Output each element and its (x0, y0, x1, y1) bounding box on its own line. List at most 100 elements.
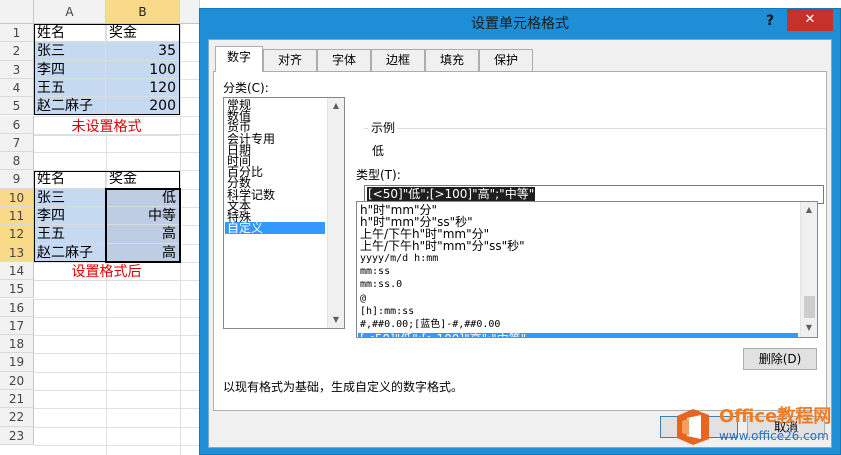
row-header[interactable]: 17 (0, 316, 34, 336)
type-scrollbar[interactable]: ▲ ▼ (800, 202, 817, 337)
type-item[interactable]: mm:ss (358, 266, 798, 278)
row-header[interactable]: 4 (0, 78, 34, 98)
row-header[interactable]: 8 (0, 152, 34, 171)
tab-number[interactable]: 数字 (215, 46, 263, 72)
grid-line (34, 316, 200, 318)
type-item[interactable]: [<50]"低";[>100]"高";"中等" (358, 333, 798, 337)
column-header-b[interactable]: B (106, 0, 180, 24)
watermark-title: Office教程网 (719, 406, 832, 427)
row-header[interactable]: 12 (0, 225, 34, 244)
grid-line (34, 115, 200, 117)
type-item[interactable]: yyyy/m/d h:mm (358, 253, 798, 265)
office26-watermark: Office教程网 www.office26.com (664, 400, 841, 455)
row-header[interactable]: 2 (0, 42, 34, 61)
type-item[interactable]: mm:ss.0 (358, 279, 798, 291)
scroll-down-icon[interactable]: ▼ (801, 320, 817, 336)
type-list[interactable]: h"时"mm"分" h"时"mm"分"ss"秒" 上午/下午h"时"mm"分" 上午/… (356, 201, 818, 338)
scroll-up-icon[interactable]: ▲ (801, 202, 817, 218)
table2-header-bonus[interactable]: 奖金 (106, 170, 180, 189)
watermark-url: www.office26.com (719, 429, 829, 443)
row-header[interactable]: 22 (0, 408, 34, 427)
tab-fill[interactable]: 填充 (425, 49, 479, 71)
table1-header-bonus[interactable]: 奖金 (106, 24, 180, 43)
table-cell[interactable]: 35 (106, 42, 180, 61)
grid-line (34, 335, 200, 337)
sample-value: 低 (372, 144, 385, 158)
caption-formatted[interactable]: 设置格式后 (34, 263, 180, 281)
description-text: 以现有格式为基础，生成自定义的数字格式。 (223, 380, 464, 394)
grid-line (34, 390, 200, 391)
grid-line (34, 152, 200, 154)
table-cell[interactable]: 100 (106, 60, 180, 79)
grid-line (34, 353, 200, 355)
table-cell[interactable]: 李四 (34, 207, 106, 226)
grid-line (34, 408, 200, 410)
type-item[interactable]: #,##0.00;[蓝色]-#,##0.00 (358, 319, 798, 331)
sample-label: 示例 (368, 121, 399, 135)
table1-header-name[interactable]: 姓名 (34, 24, 106, 43)
scroll-thumb[interactable] (804, 296, 815, 318)
row-header[interactable]: 18 (0, 335, 34, 354)
number-tab-panel: 分类(C): 常规 数值 货币 会计专用 日期 时间 百分比 分数 科学记数 文本 特殊 自定义 ▲ … (213, 71, 827, 411)
delete-button[interactable]: 删除(D) (743, 348, 817, 370)
category-item[interactable]: 自定义 (225, 222, 325, 235)
type-label: 类型(T): (356, 168, 401, 182)
table-cell[interactable]: 低 (106, 188, 180, 207)
screen: A B 1 2 3 4 5 6 7 8 9 10 11 12 13 14 15 16 17 18 19 20 21 22 2… (0, 0, 841, 455)
row-header[interactable]: 1 (0, 24, 34, 43)
table-cell[interactable]: 高 (106, 243, 180, 262)
table-cell[interactable]: 王五 (34, 225, 106, 244)
table-cell[interactable]: 赵二麻子 (34, 243, 106, 262)
column-header-a[interactable]: A (34, 0, 106, 24)
row-header[interactable]: 15 (0, 280, 34, 299)
format-cells-dialog: 设置单元格格式 ? ✕ 数字 对齐 字体 边框 填充 保护 分类(C): 常规数… (199, 8, 841, 455)
row-header[interactable]: 11 (0, 207, 34, 226)
grid-line (34, 444, 200, 446)
row-header[interactable]: 10 (0, 188, 34, 207)
type-item[interactable]: 上午/下午h"时"mm"分"ss"秒" (358, 240, 798, 252)
grid-line (34, 298, 200, 300)
tab-protection[interactable]: 保护 (479, 49, 533, 71)
table-cell[interactable]: 王五 (34, 78, 106, 98)
table-cell[interactable]: 120 (106, 78, 180, 98)
scroll-up-icon[interactable]: ▲ (328, 98, 344, 114)
type-input-text: [<50]"低";[>100]"高";"中等" (367, 187, 536, 201)
row-header[interactable]: 6 (0, 115, 34, 134)
row-header[interactable]: 13 (0, 243, 34, 262)
table-cell[interactable]: 张三 (34, 188, 106, 207)
tab-font[interactable]: 字体 (317, 49, 371, 71)
column-header-c[interactable] (180, 0, 200, 24)
table-cell[interactable]: 李四 (34, 60, 106, 79)
row-header[interactable]: 9 (0, 170, 34, 189)
tab-border[interactable]: 边框 (371, 49, 425, 71)
row-header[interactable]: 14 (0, 261, 34, 281)
select-all-corner[interactable] (0, 0, 34, 24)
dialog-title-bar[interactable]: 设置单元格格式 ? ✕ (200, 9, 840, 39)
close-button[interactable]: ✕ (787, 9, 833, 31)
type-item[interactable]: @ (358, 293, 798, 305)
row-header[interactable]: 21 (0, 390, 34, 409)
row-header[interactable]: 20 (0, 371, 34, 390)
category-label: 分类(C): (223, 81, 269, 95)
category-scrollbar[interactable]: ▲ ▼ (327, 98, 344, 328)
scroll-down-icon[interactable]: ▼ (328, 312, 344, 328)
row-header[interactable]: 3 (0, 60, 34, 79)
row-header[interactable]: 7 (0, 133, 34, 153)
tab-alignment[interactable]: 对齐 (263, 49, 317, 71)
row-header[interactable]: 16 (0, 298, 34, 317)
table-cell[interactable]: 200 (106, 97, 180, 116)
type-item[interactable]: [h]:mm:ss (358, 306, 798, 318)
row-header[interactable]: 5 (0, 97, 34, 116)
category-list[interactable]: 常规 数值 货币 会计专用 日期 时间 百分比 分数 科学记数 文本 特殊 自定义 ▲ ▼ (223, 97, 345, 329)
table-cell[interactable]: 赵二麻子 (34, 97, 106, 116)
table-cell[interactable]: 张三 (34, 42, 106, 61)
table-cell[interactable]: 高 (106, 225, 180, 244)
table-cell[interactable]: 中等 (106, 207, 180, 226)
table2-header-name[interactable]: 姓名 (34, 170, 106, 189)
row-header[interactable]: 19 (0, 353, 34, 372)
grid-line (34, 371, 200, 373)
caption-unformatted[interactable]: 未设置格式 (34, 118, 180, 136)
dialog-client-area: 数字 对齐 字体 边框 填充 保护 分类(C): 常规 数值 货币 会计专用 日期 时间百… (208, 39, 832, 448)
help-button[interactable]: ? (758, 9, 782, 35)
row-header[interactable]: 23 (0, 426, 34, 445)
